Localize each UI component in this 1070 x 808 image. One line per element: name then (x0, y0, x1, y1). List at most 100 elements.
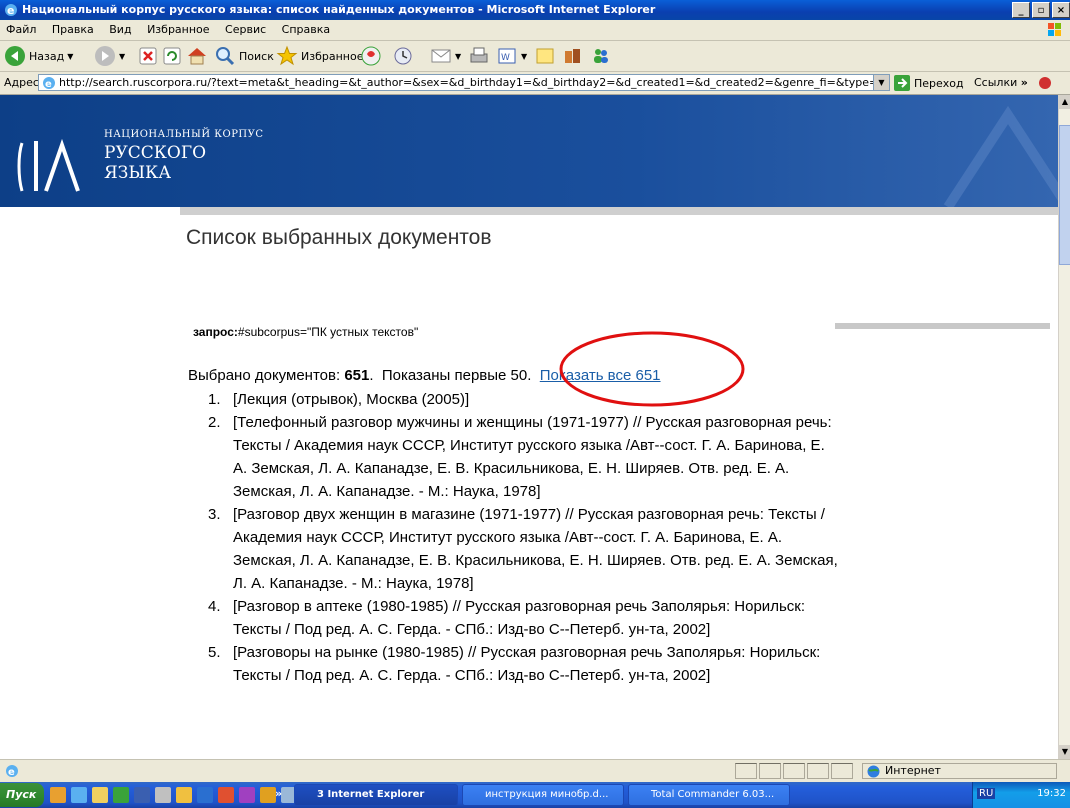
edit-button[interactable]: W ▼ (496, 44, 527, 68)
research-icon (565, 49, 580, 63)
taskbar-button-total-commander[interactable]: Total Commander 6.03... (628, 784, 790, 806)
quicklaunch-app-icon[interactable] (113, 787, 129, 803)
clock[interactable]: 19:32 (1037, 788, 1066, 799)
menu-bar: Файл Правка Вид Избранное Сервис Справка (0, 20, 1070, 41)
word-icon: W (498, 48, 516, 64)
quicklaunch-app-icon[interactable] (71, 787, 87, 803)
chevron-right-icon: » (1020, 76, 1028, 89)
messenger-button[interactable] (590, 44, 612, 68)
maximize-button[interactable]: ▫ (1032, 2, 1050, 18)
quicklaunch-app-icon[interactable] (218, 787, 234, 803)
item-number: 5. (208, 644, 221, 661)
taskbar-button-word[interactable]: инструкция минобр.d... (462, 784, 624, 806)
menu-help[interactable]: Справка (276, 20, 336, 40)
language-indicator[interactable]: RU (977, 788, 996, 799)
scroll-up-button[interactable]: ▲ (1059, 95, 1070, 109)
printer-icon (470, 47, 488, 63)
address-dropdown-button[interactable]: ▼ (873, 75, 889, 90)
back-arrow-icon (5, 46, 25, 66)
brand-line-3: ЯЗЫКА (104, 163, 172, 183)
status-panel (807, 763, 829, 779)
favorites-button[interactable]: Избранное (276, 44, 363, 68)
refresh-button[interactable] (162, 44, 182, 68)
status-panel (759, 763, 781, 779)
refresh-icon (163, 47, 181, 65)
menu-tools[interactable]: Сервис (219, 20, 272, 40)
menu-edit[interactable]: Правка (46, 20, 100, 40)
scroll-down-button[interactable]: ▼ (1059, 745, 1070, 759)
quicklaunch-app-icon[interactable] (239, 787, 255, 803)
quicklaunch-chevron[interactable]: » (275, 787, 282, 800)
window-titlebar[interactable]: e Национальный корпус русского языка: сп… (0, 0, 1070, 20)
query-value: #subcorpus="ПК устных текстов" (237, 325, 419, 339)
list-item[interactable]: 4. [Разговор в аптеке (1980-1985) // Русс… (188, 595, 838, 641)
page-viewport: НАЦИОНАЛЬНЫЙ КОРПУС РУССКОГО ЯЗЫКА Списо… (0, 95, 1058, 759)
security-zone[interactable]: Интернет (862, 763, 1057, 779)
page-status-icon: e (6, 765, 18, 778)
address-label: Адрес: (4, 76, 43, 89)
home-button[interactable] (186, 44, 208, 68)
banner-divider (180, 207, 1058, 215)
status-panel (735, 763, 757, 779)
scroll-thumb[interactable] (1059, 125, 1070, 265)
minimize-button[interactable]: _ (1012, 2, 1030, 18)
mail-icon (431, 49, 451, 63)
list-item[interactable]: 1. [Лекция (отрывок), Москва (2005)] (188, 388, 838, 411)
document-list: 1. [Лекция (отрывок), Москва (2005)] 2. [Т… (188, 388, 838, 687)
go-button[interactable]: Переход (894, 75, 964, 91)
windows-taskbar: Пуск » 3 Internet Explorer инструкция ми… (0, 782, 1070, 808)
quicklaunch-app-icon[interactable] (176, 787, 192, 803)
research-button[interactable] (562, 44, 584, 68)
quicklaunch-app-icon[interactable] (134, 787, 150, 803)
quick-launch (50, 787, 297, 803)
menu-file[interactable]: Файл (0, 20, 42, 40)
quicklaunch-app-icon[interactable] (155, 787, 171, 803)
media-button[interactable] (360, 44, 382, 68)
search-button[interactable]: Поиск (214, 44, 274, 68)
list-item[interactable]: 2. [Телефонный разговор мужчины и женщины… (188, 411, 838, 503)
chevron-down-icon: ▼ (67, 51, 74, 61)
svg-text:e: e (45, 79, 52, 90)
brand-line-1: НАЦИОНАЛЬНЫЙ КОРПУС (104, 129, 264, 140)
quicklaunch-app-icon[interactable] (197, 787, 213, 803)
item-text: [Разговор двух женщин в магазине (1971-1… (233, 506, 838, 592)
history-button[interactable] (392, 44, 414, 68)
vertical-scrollbar[interactable]: ▲ ▼ (1058, 95, 1070, 759)
globe-icon (867, 765, 880, 778)
list-item[interactable]: 5. [Разговоры на рынке (1980-1985) // Рус… (188, 641, 838, 687)
forward-button[interactable]: ▼ (94, 44, 125, 68)
item-number: 4. (208, 598, 221, 615)
translate-icon (1039, 77, 1052, 89)
quicklaunch-app-icon[interactable] (50, 787, 66, 803)
address-input[interactable]: e http://search.ruscorpora.ru/?text=meta… (38, 74, 890, 91)
stop-button[interactable] (138, 44, 158, 68)
stop-icon (139, 47, 157, 65)
menu-favorites[interactable]: Избранное (141, 20, 215, 40)
status-panels (735, 763, 853, 779)
discuss-button[interactable] (534, 44, 556, 68)
address-bar: Адрес: e http://search.ruscorpora.ru/?te… (0, 72, 1070, 95)
back-label: Назад (29, 49, 65, 63)
print-button[interactable] (468, 44, 490, 68)
windows-logo-icon (1048, 23, 1061, 36)
list-item[interactable]: 3. [Разговор двух женщин в магазине (1971… (188, 503, 838, 595)
back-button[interactable]: Назад ▼ (4, 44, 73, 68)
quicklaunch-app-icon[interactable] (92, 787, 108, 803)
found-prefix: Выбрано документов: (188, 367, 345, 384)
go-arrow-icon (894, 75, 910, 91)
zone-label: Интернет (885, 764, 941, 777)
mail-button[interactable]: ▼ (430, 44, 461, 68)
close-button[interactable]: × (1052, 2, 1070, 18)
links-button[interactable]: Ссылки » (974, 76, 1053, 90)
quicklaunch-app-icon[interactable] (260, 787, 276, 803)
address-url: http://search.ruscorpora.ru/?text=meta&t… (59, 76, 890, 89)
sidebar-divider (835, 323, 1050, 329)
taskbar-button-ie[interactable]: 3 Internet Explorer (294, 784, 458, 806)
svg-text:e: e (7, 4, 14, 17)
start-button[interactable]: Пуск (0, 783, 44, 807)
svg-text:W: W (501, 53, 510, 63)
menu-view[interactable]: Вид (103, 20, 137, 40)
page-icon: e (43, 77, 55, 90)
site-brand[interactable]: НАЦИОНАЛЬНЫЙ КОРПУС РУССКОГО ЯЗЫКА (104, 129, 264, 183)
favorites-label: Избранное (301, 49, 364, 63)
